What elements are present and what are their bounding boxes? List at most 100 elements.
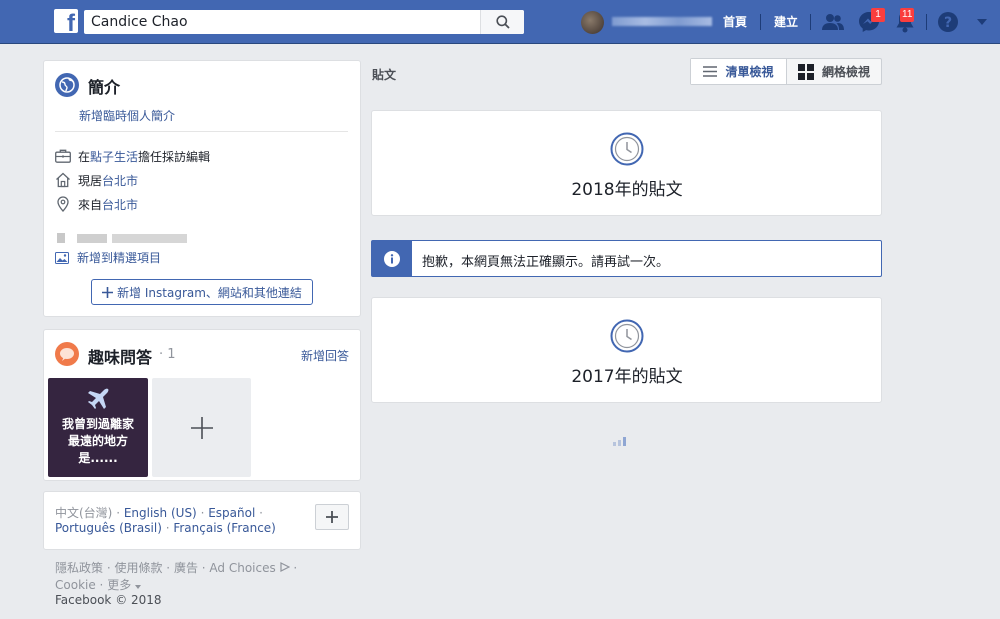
plus-icon [326,511,338,523]
add-qa-tile[interactable] [152,378,251,477]
list-view-label: 清單檢視 [725,65,774,79]
privacy-link[interactable]: 隱私政策 [55,561,103,575]
language-link[interactable]: Português (Brasil) [55,521,162,535]
nav-divider [926,14,927,30]
info-icon [372,241,412,276]
more-languages-button[interactable] [315,504,349,530]
search-input[interactable] [84,10,484,34]
add-bio-link[interactable]: 新增臨時個人簡介 [79,107,175,124]
caret-down-icon [135,585,142,589]
work-prefix: 在 [78,149,91,164]
year-2017-title: 2017年的貼文 [571,367,683,387]
location-pin-icon [57,196,69,212]
from-prefix: 來自 [78,197,103,212]
profile-avatar[interactable] [581,11,604,34]
footer-links-line-2: Cookie · 更多 [55,576,142,593]
copyright: Facebook © 2018 [55,593,162,607]
language-link[interactable]: Français (France) [173,521,276,535]
grid-view-label: 網格檢視 [821,65,870,79]
nav-divider [810,14,811,30]
qa-tile-line: 我曾到過離家 [61,417,134,431]
language-link[interactable]: English (US) [124,506,197,520]
clock-icon [610,132,644,166]
list-view-button[interactable]: 清單檢視 [691,59,787,84]
search-button[interactable] [480,10,524,34]
list-icon [703,66,718,77]
qa-tile-line: 是...... [78,451,118,465]
lives-prefix: 現居 [78,173,103,188]
facebook-logo-letter: f [67,10,75,37]
notifications-badge: 11 [900,8,915,22]
facebook-logo[interactable]: f [54,9,78,37]
posts-label: 貼文 [372,68,397,82]
current-city-link[interactable]: 台北市 [102,172,138,189]
add-featured-label: 新增到精選項目 [77,251,162,265]
help-icon: ? [938,12,958,32]
airplane-icon [88,388,109,409]
intro-globe-icon [55,73,79,97]
intro-title: 簡介 [88,78,121,97]
qa-count: · 1 [159,347,176,362]
work-suffix: 擔任採訪編輯 [138,149,211,164]
top-navigation-bar: f 首頁 建立 1 11 ? [0,0,1000,44]
year-2017-posts-card[interactable]: 2017年的貼文 [371,297,882,403]
grid-icon [797,63,814,80]
current-language: 中文(台灣) [55,506,113,520]
loading-spinner-icon [613,436,627,446]
qa-answer-tile[interactable]: 我曾到過離家 最遠的地方 是...... [48,378,148,477]
help-button[interactable]: ? [936,10,960,34]
current-city-row: 現居 台北市 [55,171,138,189]
error-message: 抱歉，本網頁無法正確顯示。請再試一次。 [422,255,670,270]
ad-choices-icon [279,562,290,572]
year-2018-posts-card[interactable]: 2018年的貼文 [371,110,882,216]
add-answer-link[interactable]: 新增回答 [301,347,349,364]
friend-requests-button[interactable] [821,10,845,34]
plus-icon [190,416,213,439]
briefcase-icon [55,149,71,163]
terms-link[interactable]: 使用條款 [114,561,162,575]
languages-line-2: Português (Brasil) · Français (France) [55,521,276,535]
profile-name-redacted[interactable] [612,17,712,26]
view-toggle: 清單檢視 網格檢視 [690,58,882,85]
clock-icon [610,319,644,353]
year-2018-title: 2018年的貼文 [571,180,683,200]
language-link[interactable]: Español [208,506,255,520]
search-icon [495,15,510,29]
error-notice: 抱歉，本網頁無法正確顯示。請再試一次。 [371,240,882,277]
qa-title: 趣味問答 [88,348,153,367]
qa-tile-line: 最遠的地方 [67,434,128,448]
fun-qa-card: 趣味問答 · 1 新增回答 我曾到過離家 最遠的地方 是...... [43,329,361,481]
caret-down-icon [977,19,987,25]
speech-bubble-icon [55,342,79,366]
qa-tile-text: 我曾到過離家 最遠的地方 是...... [48,416,148,467]
footer-links-line-1: 隱私政策 · 使用條款 · 廣告 · Ad Choices · [55,561,298,575]
home-icon [56,172,70,188]
photo-icon [55,251,69,264]
account-menu-button[interactable] [972,10,992,34]
add-links-button[interactable]: 新增 Instagram、網站和其他連結 [91,279,313,305]
add-links-label: 新增 Instagram、網站和其他連結 [117,285,302,300]
nav-divider [760,14,761,30]
hometown-link[interactable]: 台北市 [102,196,138,213]
ads-link[interactable]: 廣告 [174,561,198,575]
languages-card: 中文(台灣) · English (US) · Español · Portug… [43,491,361,550]
work-place-link[interactable]: 點子生活 [90,148,138,165]
languages-line-1: 中文(台灣) · English (US) · Español · [55,506,263,520]
redacted-info-row [57,229,192,243]
work-info-row: 在點子生活 擔任採訪編輯 [55,147,210,165]
more-link[interactable]: 更多 [107,578,131,592]
cookie-link[interactable]: Cookie [55,578,96,592]
search-box [84,10,524,34]
add-featured-link[interactable]: 新增到精選項目 [55,249,161,266]
messages-badge: 1 [871,8,885,22]
friends-icon [822,14,844,30]
intro-divider [55,131,348,132]
svg-text:?: ? [944,15,952,31]
grid-view-button[interactable]: 網格檢視 [787,59,881,84]
plus-icon [102,286,114,298]
create-link[interactable]: 建立 [774,13,798,30]
hometown-row: 來自 台北市 [55,195,138,213]
ad-choices-link[interactable]: Ad Choices [209,561,275,575]
home-link[interactable]: 首頁 [723,13,747,30]
intro-card: 簡介 新增臨時個人簡介 在點子生活 擔任採訪編輯 現居 台北市 來自 台北市 新增到精… [43,60,361,317]
